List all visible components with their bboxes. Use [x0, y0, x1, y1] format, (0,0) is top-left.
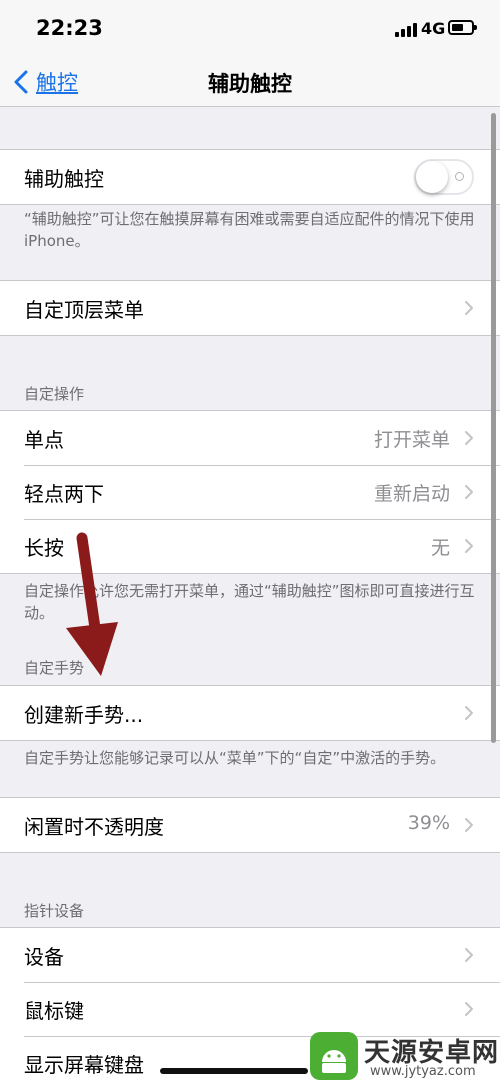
chevron-right-icon — [465, 431, 473, 445]
create-gesture-label: 创建新手势... — [24, 703, 144, 727]
idle-opacity-value: 39% — [407, 812, 450, 834]
idle-opacity-group: 闲置时不透明度 39% — [0, 797, 500, 853]
single-tap-value: 打开菜单 — [373, 429, 450, 451]
single-tap-row[interactable]: 单点 打开菜单 — [0, 411, 500, 465]
top-menu-row[interactable]: 自定顶层菜单 — [0, 281, 500, 335]
assistive-touch-toggle[interactable] — [414, 159, 474, 195]
show-keyboard-label: 显示屏幕键盘 — [24, 1053, 144, 1077]
top-menu-group: 自定顶层菜单 — [0, 280, 500, 336]
toggle-off-indicator-icon — [455, 172, 464, 181]
status-time: 22:23 — [36, 16, 103, 40]
chevron-right-icon — [465, 948, 473, 962]
cellular-signal-icon — [395, 23, 417, 37]
custom-actions-group: 单点 打开菜单 轻点两下 重新启动 长按 无 — [0, 410, 500, 574]
chevron-right-icon — [465, 485, 473, 499]
watermark-url: www.jytyaz.com — [370, 1064, 476, 1079]
single-tap-label: 单点 — [24, 428, 64, 452]
home-indicator — [160, 1068, 308, 1074]
watermark-logo: 天源安卓网 www.jytyaz.com — [310, 1030, 500, 1083]
navigation-bar: 触控 辅助触控 — [0, 60, 500, 107]
network-type: 4G — [421, 19, 446, 38]
custom-actions-header: 自定操作 — [24, 385, 85, 403]
idle-opacity-row[interactable]: 闲置时不透明度 39% — [0, 798, 500, 852]
custom-gestures-group: 创建新手势... — [0, 685, 500, 741]
double-tap-row[interactable]: 轻点两下 重新启动 — [0, 465, 500, 519]
chevron-right-icon — [465, 818, 473, 832]
devices-label: 设备 — [24, 945, 64, 969]
assistive-touch-group: 辅助触控 — [0, 149, 500, 205]
custom-gestures-header: 自定手势 — [24, 659, 85, 677]
assistive-touch-row: 辅助触控 — [0, 150, 500, 204]
chevron-right-icon — [465, 301, 473, 315]
custom-gestures-footer: 自定手势让您能够记录可以从“菜单”下的“自定”中激活的手势。 — [24, 749, 446, 767]
battery-icon — [448, 20, 477, 35]
idle-opacity-label: 闲置时不透明度 — [24, 815, 164, 839]
android-logo-icon — [310, 1032, 358, 1080]
chevron-right-icon — [465, 1002, 473, 1016]
create-gesture-row[interactable]: 创建新手势... — [0, 686, 500, 740]
chevron-right-icon — [465, 706, 473, 720]
double-tap-value: 重新启动 — [373, 483, 450, 505]
scroll-indicator[interactable] — [491, 113, 496, 743]
long-press-label: 长按 — [24, 536, 64, 560]
devices-row[interactable]: 设备 — [0, 928, 500, 982]
chevron-right-icon — [465, 539, 473, 553]
custom-actions-footer: 自定操作允许您无需打开菜单，通过“辅助触控”图标即可直接进行互动。 — [24, 582, 475, 622]
mouse-keys-label: 鼠标键 — [24, 999, 84, 1023]
long-press-row[interactable]: 长按 无 — [0, 519, 500, 573]
assistive-touch-label: 辅助触控 — [24, 167, 104, 191]
status-bar: 22:23 4G — [0, 0, 500, 60]
assistive-touch-footer: “辅助触控”可让您在触摸屏幕有困难或需要自适应配件的情况下使用iPhone。 — [24, 210, 475, 250]
page-title: 辅助触控 — [208, 72, 292, 96]
top-menu-label: 自定顶层菜单 — [24, 298, 144, 322]
long-press-value: 无 — [430, 537, 450, 559]
double-tap-label: 轻点两下 — [24, 482, 104, 506]
toggle-knob — [416, 161, 448, 193]
mouse-keys-row[interactable]: 鼠标键 — [0, 982, 500, 1036]
pointer-devices-header: 指针设备 — [24, 902, 85, 920]
